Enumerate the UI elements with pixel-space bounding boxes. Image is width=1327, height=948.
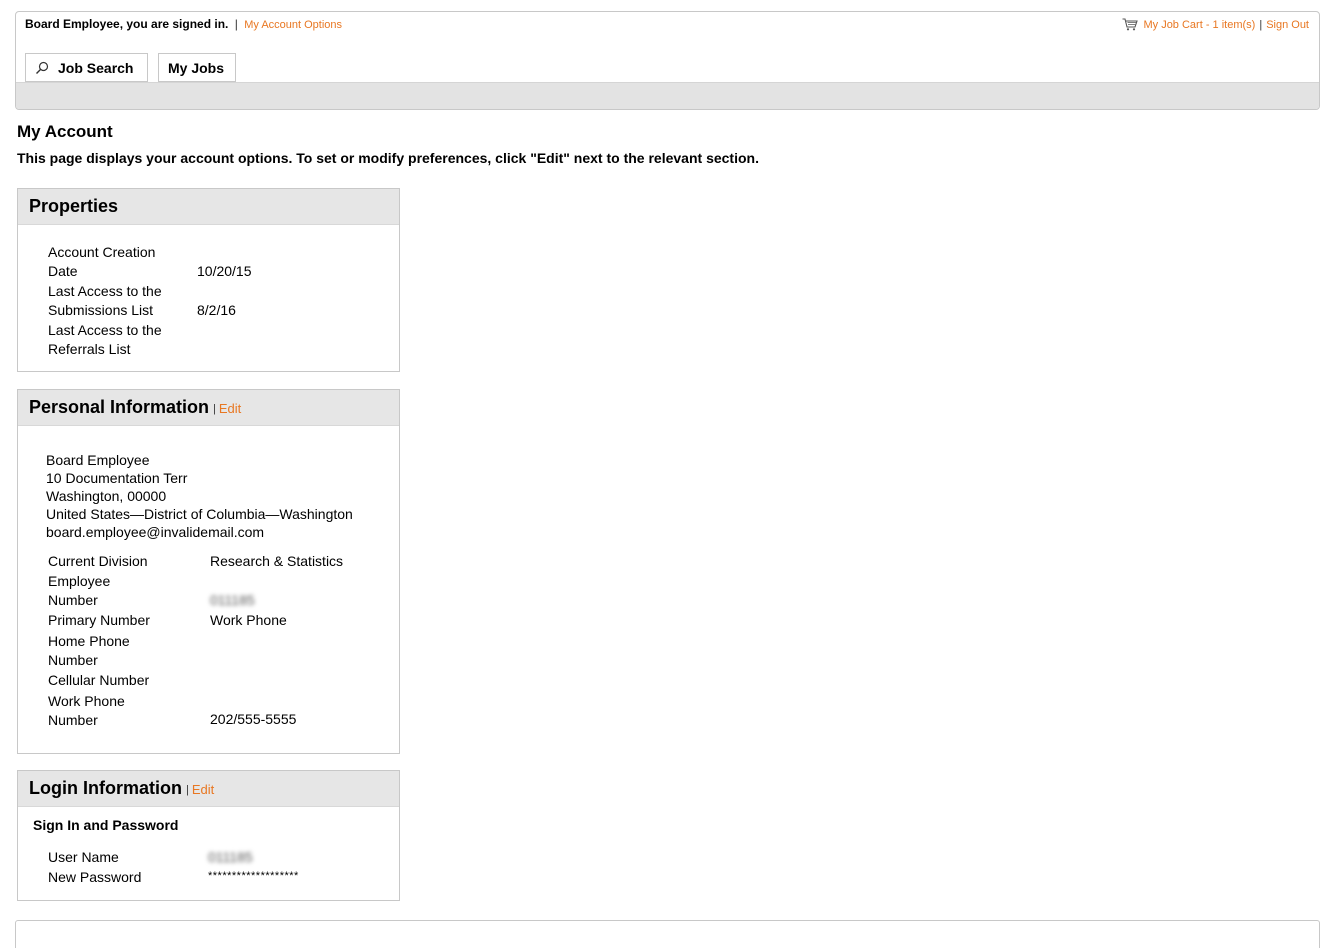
properties-header: Properties — [18, 189, 399, 225]
personal-information-edit-link[interactable]: Edit — [219, 401, 241, 416]
employee-number-label: Employee Number — [48, 572, 188, 610]
property-label-line: Last Access to the — [48, 283, 162, 299]
property-label: Last Access to the Submissions List — [48, 282, 188, 320]
label-line: Employee — [48, 573, 111, 589]
work-phone-label: Work Phone Number — [48, 692, 188, 730]
sign-out-link[interactable]: Sign Out — [1266, 19, 1309, 31]
sign-in-password-subheading: Sign In and Password — [33, 817, 179, 833]
job-search-button[interactable]: Job Search — [25, 53, 148, 82]
login-information-panel: Login Information | Edit Sign In and Pas… — [17, 770, 400, 901]
property-label-line: Account Creation — [48, 244, 156, 260]
separator: | — [213, 403, 216, 415]
property-label-line: Submissions List — [48, 302, 154, 318]
cellular-number-label: Cellular Number — [48, 672, 150, 688]
street-address: 10 Documentation Terr — [46, 470, 188, 486]
last-access-submissions-value: 8/2/16 — [197, 302, 236, 318]
my-account-options-link[interactable]: My Account Options — [244, 19, 342, 31]
address-block: Board Employee 10 Documentation Terr Was… — [46, 451, 353, 541]
job-search-label: Job Search — [58, 59, 134, 76]
property-label-line: Referrals List — [48, 341, 131, 357]
personal-information-panel: Personal Information | Edit Board Employ… — [17, 389, 400, 754]
properties-title: Properties — [29, 196, 119, 216]
cart-signout-bar: My Job Cart - 1 item(s) | Sign Out — [1122, 18, 1309, 31]
employee-number-value: 011185 — [210, 592, 255, 608]
label-line: Home Phone — [48, 633, 130, 649]
username-label: User Name — [48, 849, 119, 865]
label-line: Number — [48, 712, 98, 728]
password-value: ******************* — [208, 870, 299, 882]
property-label-line: Last Access to the — [48, 322, 162, 338]
login-information-edit-link[interactable]: Edit — [192, 782, 214, 797]
page-title: My Account — [17, 122, 113, 141]
username-value: 011185 — [208, 849, 253, 865]
properties-panel: Properties Account Creation Date 10/20/1… — [17, 188, 400, 372]
footer-box — [15, 920, 1320, 948]
my-jobs-label: My Jobs — [168, 59, 225, 76]
email-address: board.employee@invalidemail.com — [46, 524, 265, 540]
cart-icon[interactable] — [1122, 18, 1139, 31]
my-job-cart-link[interactable]: My Job Cart - 1 item(s) — [1143, 19, 1255, 31]
separator: | — [185, 784, 189, 796]
separator: | — [234, 17, 238, 31]
personal-information-header: Personal Information | Edit — [18, 390, 399, 426]
property-label: Last Access to the Referrals List — [48, 321, 188, 359]
label-line: Work Phone — [48, 693, 125, 709]
signed-in-text: Board Employee, you are signed in. — [25, 17, 229, 31]
city-zip: Washington, 00000 — [46, 488, 167, 504]
account-creation-date-value: 10/20/15 — [197, 263, 252, 279]
label-line: Number — [48, 592, 98, 608]
password-label: New Password — [48, 869, 142, 885]
search-icon — [36, 61, 49, 74]
page-description: This page displays your account options.… — [17, 150, 759, 166]
my-jobs-button[interactable]: My Jobs — [158, 53, 236, 82]
primary-number-value: Work Phone — [210, 612, 287, 628]
login-information-header: Login Information | Edit — [18, 771, 399, 807]
label-line: Number — [48, 652, 98, 668]
full-name: Board Employee — [46, 452, 150, 468]
work-phone-value: 202/555-5555 — [210, 711, 297, 727]
home-phone-label: Home Phone Number — [48, 632, 188, 670]
personal-information-title: Personal Information — [29, 397, 210, 417]
property-label-line: Date — [48, 263, 78, 279]
country-state-city: United States—District of Columbia—Washi… — [46, 506, 353, 522]
separator: | — [1259, 18, 1263, 31]
nav-gray-bar — [16, 82, 1319, 109]
login-information-title: Login Information — [29, 778, 182, 798]
signed-in-bar: Board Employee, you are signed in. | My … — [25, 17, 342, 31]
site-header: Board Employee, you are signed in. | My … — [15, 11, 1320, 110]
current-division-value: Research & Statistics — [210, 553, 344, 569]
property-label: Account Creation Date — [48, 243, 188, 281]
current-division-label: Current Division — [48, 553, 148, 569]
primary-number-label: Primary Number — [48, 612, 150, 628]
